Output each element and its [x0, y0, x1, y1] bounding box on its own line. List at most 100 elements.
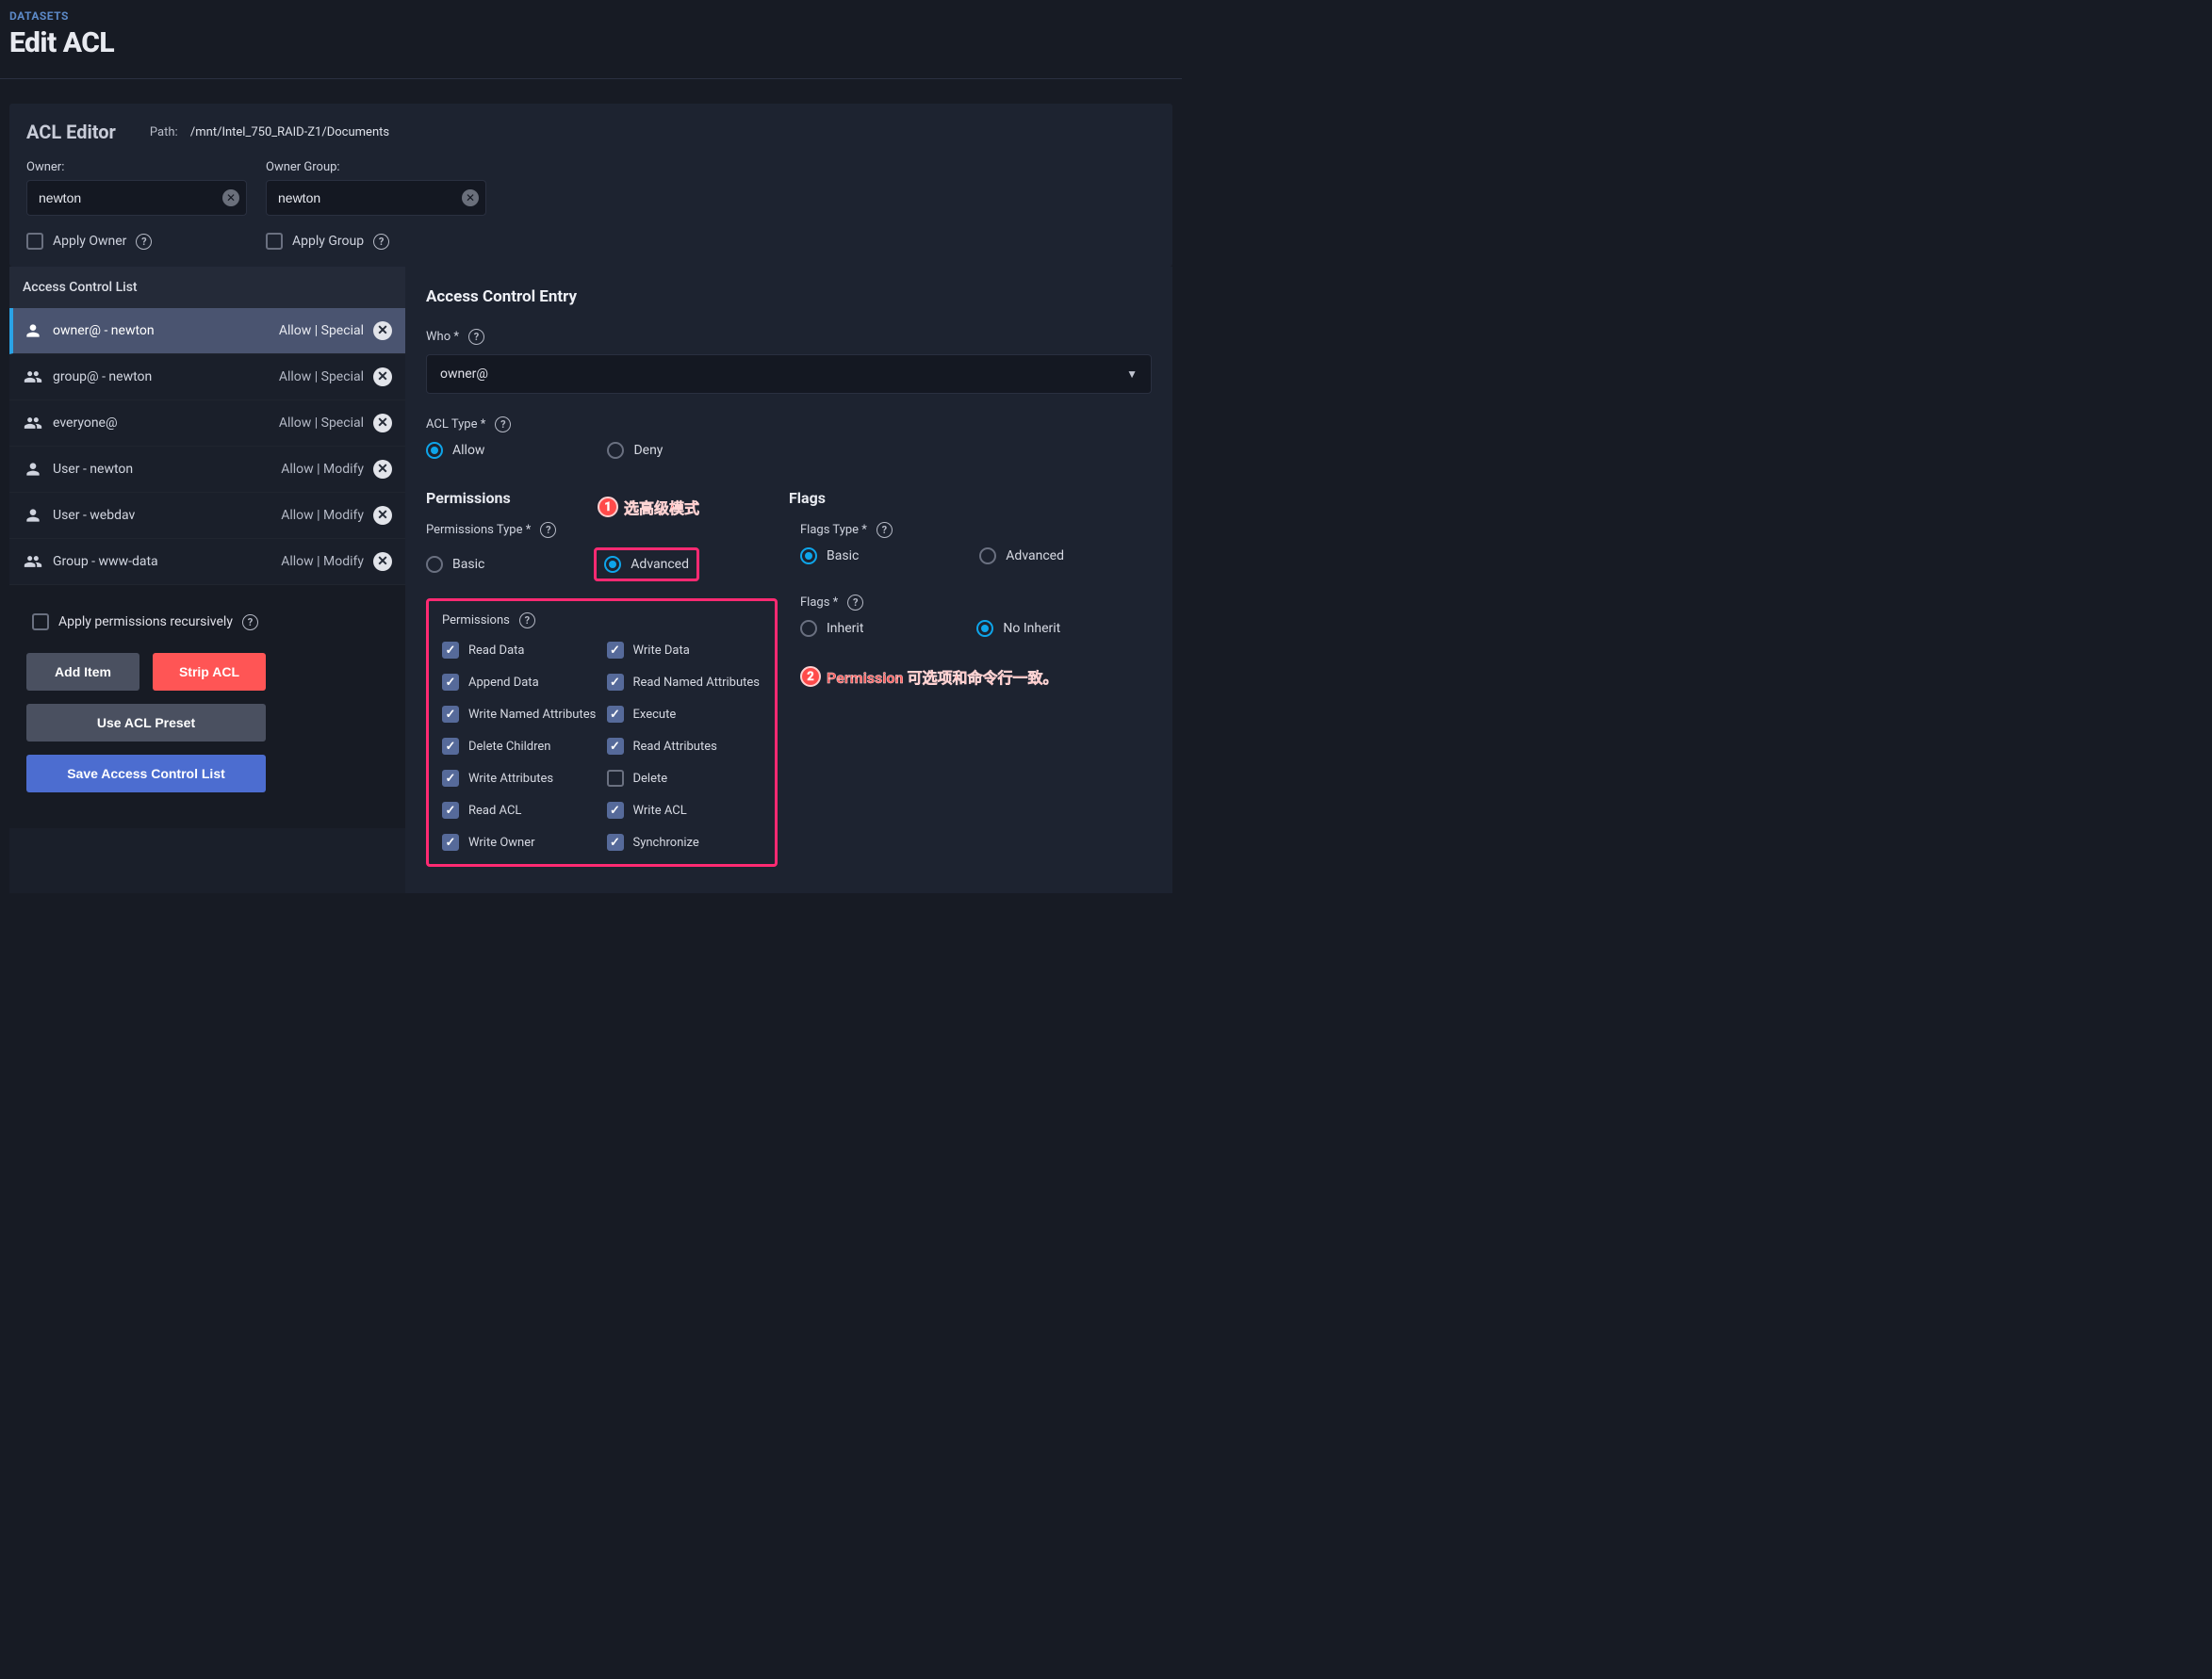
permission-item[interactable]: Execute: [607, 706, 762, 723]
inherit-radio[interactable]: Inherit: [800, 620, 863, 637]
permission-checkbox[interactable]: [442, 770, 459, 787]
save-acl-button[interactable]: Save Access Control List: [26, 755, 266, 792]
help-icon[interactable]: ?: [847, 595, 863, 611]
use-preset-button[interactable]: Use ACL Preset: [26, 704, 266, 742]
acl-item[interactable]: group@ - newtonAllow | Special✕: [9, 354, 405, 400]
permission-checkbox[interactable]: [607, 770, 624, 787]
acl-item-label: everyone@: [53, 416, 270, 431]
acl-sidebar: Access Control List owner@ - newton Allow…: [9, 267, 405, 893]
permission-item[interactable]: Delete Children: [442, 738, 598, 755]
permission-item[interactable]: Read Named Attributes: [607, 674, 762, 691]
help-icon[interactable]: ?: [540, 522, 556, 538]
permission-checkbox[interactable]: [442, 674, 459, 691]
permission-label: Append Data: [468, 676, 539, 690]
permission-item[interactable]: Write Named Attributes: [442, 706, 598, 723]
no-inherit-radio[interactable]: No Inherit: [976, 620, 1060, 637]
person-icon: [23, 460, 43, 479]
group-icon: [23, 414, 43, 432]
strip-acl-button[interactable]: Strip ACL: [153, 653, 266, 691]
help-icon[interactable]: ?: [468, 329, 484, 345]
clear-owner-group-icon[interactable]: ✕: [462, 189, 479, 206]
who-value: owner@: [440, 367, 488, 382]
permissions-grid: Read Data Write Data Append Data Read Named…: [442, 642, 762, 851]
permission-item[interactable]: Read ACL: [442, 802, 598, 819]
acl-item[interactable]: User - newtonAllow | Modify✕: [9, 447, 405, 493]
basic-label: Basic: [452, 557, 484, 572]
permission-item[interactable]: Read Data: [442, 642, 598, 659]
permission-item[interactable]: Delete: [607, 770, 762, 787]
allow-label: Allow: [452, 443, 484, 458]
acl-list-header: Access Control List: [9, 267, 405, 308]
clear-owner-icon[interactable]: ✕: [222, 189, 239, 206]
help-icon[interactable]: ?: [877, 522, 893, 538]
permission-label: Read Data: [468, 644, 524, 658]
permission-checkbox[interactable]: [607, 834, 624, 851]
owner-group-input[interactable]: [266, 180, 486, 216]
who-select[interactable]: owner@ ▼: [426, 354, 1152, 394]
help-icon[interactable]: ?: [136, 234, 152, 250]
acl-item-perm: Allow | Special: [279, 416, 364, 431]
permission-label: Delete: [633, 772, 668, 786]
flags-type-label-text: Flags Type *: [800, 523, 867, 537]
divider: [0, 78, 1182, 79]
permission-checkbox[interactable]: [607, 802, 624, 819]
permission-checkbox[interactable]: [607, 642, 624, 659]
annotation-1-text: 选高级模式: [624, 496, 699, 518]
permission-checkbox[interactable]: [607, 674, 624, 691]
acl-item[interactable]: everyone@ Allow | Special ✕: [9, 400, 405, 447]
allow-radio[interactable]: Allow: [426, 442, 484, 459]
apply-recursive-checkbox[interactable]: [32, 613, 49, 630]
acl-bottom-controls: Apply permissions recursively ? Add Item…: [9, 585, 405, 828]
acl-item[interactable]: User - webdavAllow | Modify✕: [9, 493, 405, 539]
remove-acl-icon[interactable]: ✕: [373, 552, 392, 571]
acl-item-perm: Allow | Special: [279, 323, 364, 338]
permission-checkbox[interactable]: [442, 834, 459, 851]
acl-item-label: owner@ - newton: [53, 323, 270, 338]
permission-item[interactable]: Write ACL: [607, 802, 762, 819]
path-value: /mnt/Intel_750_RAID-Z1/Documents: [190, 125, 389, 139]
permission-checkbox[interactable]: [442, 642, 459, 659]
remove-acl-icon[interactable]: ✕: [373, 460, 392, 479]
permission-item[interactable]: Synchronize: [607, 834, 762, 851]
permission-label: Write Attributes: [468, 772, 553, 786]
flags-label2: Flags * ?: [800, 595, 1152, 611]
remove-acl-icon[interactable]: ✕: [373, 414, 392, 432]
apply-owner-checkbox[interactable]: [26, 233, 43, 250]
permission-checkbox[interactable]: [607, 738, 624, 755]
permission-item[interactable]: Write Attributes: [442, 770, 598, 787]
help-icon[interactable]: ?: [519, 612, 535, 628]
help-icon[interactable]: ?: [495, 416, 511, 432]
remove-acl-icon[interactable]: ✕: [373, 506, 392, 525]
breadcrumb[interactable]: DATASETS: [0, 0, 1182, 26]
permission-item[interactable]: Write Data: [607, 642, 762, 659]
permissions-type-label-text: Permissions Type *: [426, 523, 531, 537]
permission-checkbox[interactable]: [442, 738, 459, 755]
remove-acl-icon[interactable]: ✕: [373, 367, 392, 386]
permission-label: Read Named Attributes: [633, 676, 761, 690]
acl-item-label: group@ - newton: [53, 369, 270, 384]
remove-acl-icon[interactable]: ✕: [373, 321, 392, 340]
perm-basic-radio[interactable]: Basic: [426, 556, 484, 573]
apply-group-checkbox[interactable]: [266, 233, 283, 250]
flags-basic-radio[interactable]: Basic: [800, 547, 859, 564]
help-icon[interactable]: ?: [373, 234, 389, 250]
annotation-2: 2 Permission 可选项和命令行一致。: [800, 665, 1057, 688]
permission-item[interactable]: Read Attributes: [607, 738, 762, 755]
help-icon[interactable]: ?: [242, 614, 258, 630]
permission-item[interactable]: Write Owner: [442, 834, 598, 851]
flags-advanced-radio[interactable]: Advanced: [979, 547, 1064, 564]
no-inherit-label: No Inherit: [1003, 621, 1060, 636]
owner-input[interactable]: [26, 180, 247, 216]
annotation-1-badge: 1: [598, 497, 618, 517]
permission-checkbox[interactable]: [442, 802, 459, 819]
acl-item[interactable]: owner@ - newton Allow | Special ✕: [9, 308, 405, 354]
deny-radio[interactable]: Deny: [607, 442, 663, 459]
add-item-button[interactable]: Add Item: [26, 653, 139, 691]
permission-item[interactable]: Append Data: [442, 674, 598, 691]
perm-advanced-highlight: Advanced: [594, 547, 699, 581]
permission-checkbox[interactable]: [607, 706, 624, 723]
acl-item[interactable]: Group - www-dataAllow | Modify✕: [9, 539, 405, 585]
perm-advanced-radio[interactable]: Advanced: [604, 556, 689, 573]
advanced-label: Advanced: [631, 557, 689, 572]
permission-checkbox[interactable]: [442, 706, 459, 723]
